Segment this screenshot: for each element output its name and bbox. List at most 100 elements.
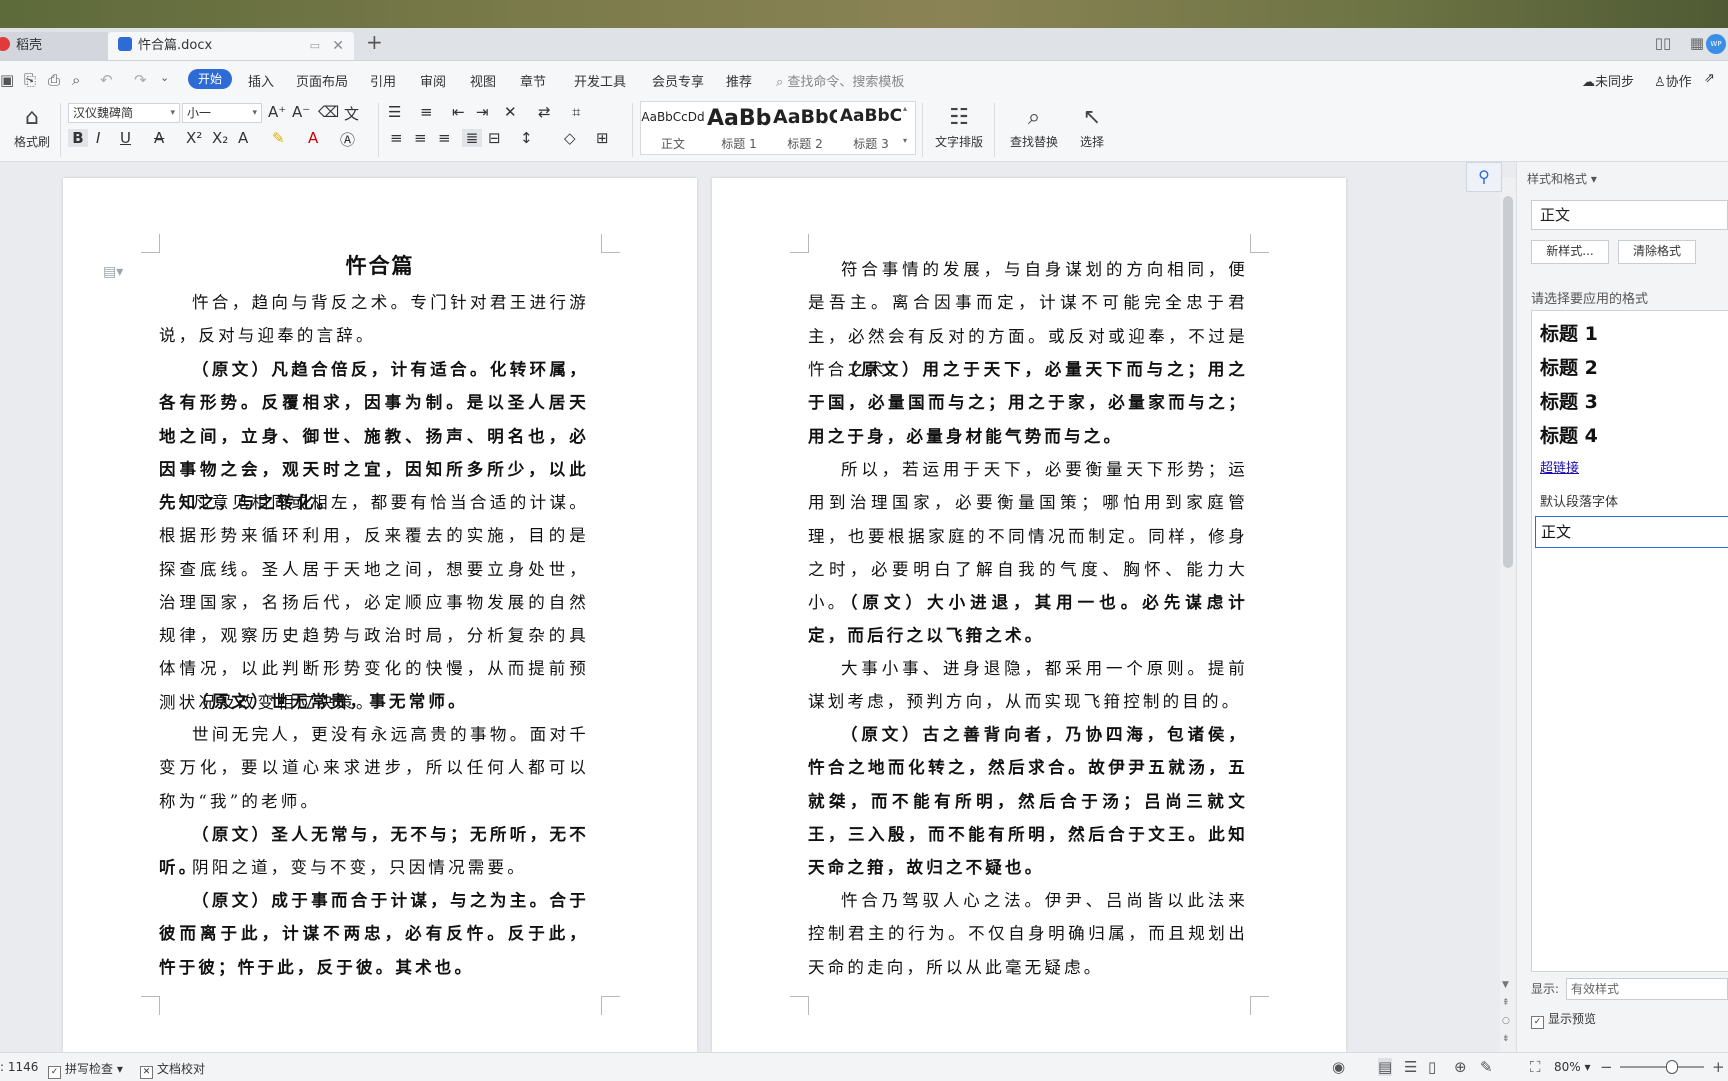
tab-document[interactable]: 忤合篇.docx ▭ ✕ [108,32,354,60]
clear-format-button[interactable]: 清除格式 [1618,240,1696,264]
next-page-icon[interactable]: ⇟ [1502,1034,1510,1044]
decrease-indent-icon[interactable]: ⇤ [452,103,465,121]
doc-proof-button[interactable]: ✕ 文档校对 [140,1060,205,1079]
show-filter-select[interactable]: 有效样式 [1566,978,1728,1000]
new-tab-button[interactable]: + [366,30,383,54]
chevron-down-icon[interactable]: ⌄ [160,71,169,84]
superscript-icon[interactable]: X² [186,129,202,147]
undo-icon[interactable]: ↶ [100,71,113,89]
select-button[interactable]: ↖ 选择 [1072,103,1112,150]
shrink-font-icon[interactable]: A⁻ [292,103,310,121]
borders-icon[interactable]: ⊞ [596,129,609,147]
show-preview-checkbox[interactable]: ✓ 显示预览 [1531,1010,1596,1029]
zoom-out-icon[interactable]: − [1600,1058,1613,1076]
apps-grid-icon[interactable]: ▦ [1686,34,1708,54]
style-heading-2[interactable]: AaBbC 标题 2 [773,102,837,154]
chinese-layout-icon[interactable]: ✕ [504,103,517,121]
tab-docer[interactable]: 稻壳 [0,32,108,60]
style-scroll-up-icon[interactable]: ▴ [903,104,907,113]
font-name-select[interactable]: 汉仪魏碑简 ▾ [68,103,180,123]
distributed-icon[interactable]: ⊟ [488,129,501,147]
page-view-icon[interactable]: ▤ [1378,1058,1393,1076]
export-pdf-icon[interactable]: ⎘ [24,71,36,89]
close-icon[interactable]: ✕ [332,32,344,60]
print-preview-icon[interactable]: ⌕ [72,71,80,89]
subscript-icon[interactable]: X₂ [212,129,228,147]
current-style-field[interactable]: 正文 [1531,200,1728,230]
font-color-icon[interactable]: A [308,129,318,147]
reading-view-icon[interactable]: ▯ [1428,1058,1436,1076]
phonetic-icon[interactable]: 文 [344,103,359,124]
style-item-heading-4[interactable]: 标题 4 [1540,421,1598,448]
char-border-icon[interactable]: Ⓐ [340,129,355,150]
style-heading-3[interactable]: AaBbC 标题 3 [839,102,903,154]
print-icon[interactable]: ⎙ [48,71,60,89]
strikethrough-icon[interactable]: A [154,129,164,147]
shading-icon[interactable]: ◇ [564,129,576,147]
zoom-level[interactable]: 80% ▾ [1554,1060,1591,1074]
align-left-icon[interactable]: ≡ [390,129,403,147]
zoom-slider[interactable] [1620,1066,1704,1068]
document-page-1[interactable]: ▤▾ 忤合篇 忤合，趋向与背反之术。专门针对君王进行游说，反对与迎奉的言辞。 （… [63,178,697,1052]
scrollbar-thumb[interactable] [1503,196,1513,568]
browse-object-icon[interactable]: ○ [1502,1016,1510,1026]
layout-icon[interactable]: ▯▯ [1652,34,1674,54]
sync-status[interactable]: ☁未同步 [1582,71,1634,90]
text-effect-icon[interactable]: A [238,129,248,147]
spell-check-button[interactable]: ✓ 拼写检查 ▾ [48,1060,123,1079]
document-page-2[interactable]: 符合事情的发展，与自身谋划的方向相同，便是吾主。离合因事而定，计谋不可能完全忠于… [712,178,1346,1052]
collab-button[interactable]: ♙协作 [1654,71,1692,90]
style-item-normal[interactable]: 正文 [1535,516,1728,548]
menu-member[interactable]: 会员专享 [652,71,704,90]
highlight-icon[interactable]: ✎ [272,129,285,147]
bullet-list-icon[interactable]: ☰ [388,103,401,121]
outline-view-icon[interactable]: ☰ [1404,1058,1417,1076]
fit-window-icon[interactable]: ⛶ [1530,1058,1541,1076]
new-style-button[interactable]: 新样式... [1531,240,1609,264]
location-pin-icon[interactable]: ⚲ [1466,162,1502,192]
menu-review[interactable]: 审阅 [420,71,446,90]
menu-page-layout[interactable]: 页面布局 [296,71,348,90]
style-heading-1[interactable]: AaBb 标题 1 [707,102,771,154]
clear-format-icon[interactable]: ⌫ [318,103,339,121]
text-layout-button[interactable]: ☷ 文字排版 [930,103,988,150]
underline-icon[interactable]: U [120,129,131,147]
format-painter-button[interactable]: ⌂ 格式刷 [10,103,54,150]
web-view-icon[interactable]: ⊕ [1454,1058,1467,1076]
style-item-heading-2[interactable]: 标题 2 [1540,353,1598,380]
menu-start[interactable]: 开始 [188,69,232,89]
tab-stops-icon[interactable]: ⌗ [572,103,580,121]
align-right-icon[interactable]: ≡ [438,129,451,147]
increase-indent-icon[interactable]: ⇥ [476,103,489,121]
save-icon[interactable]: ▣ [0,71,14,89]
justify-icon[interactable]: ≣ [462,129,482,147]
style-item-default-font[interactable]: 默认段落字体 [1540,491,1618,510]
text-direction-icon[interactable]: ⇄ [538,103,551,121]
style-scroll-down-icon[interactable]: ▾ [903,136,907,145]
style-item-heading-1[interactable]: 标题 1 [1540,319,1598,346]
write-mode-icon[interactable]: ✎ [1480,1058,1493,1076]
zoom-slider-handle[interactable] [1666,1060,1678,1074]
menu-recommend[interactable]: 推荐 [726,71,752,90]
align-center-icon[interactable]: ≡ [414,129,427,147]
find-replace-button[interactable]: ⌕ 查找替换 [1004,103,1064,150]
zoom-in-icon[interactable]: + [1712,1058,1725,1076]
grow-font-icon[interactable]: A⁺ [268,103,286,121]
styles-pane-title[interactable]: 样式和格式 ▾ [1527,170,1597,187]
font-size-select[interactable]: 小一 ▾ [182,103,262,123]
menu-developer[interactable]: 开发工具 [574,71,626,90]
numbered-list-icon[interactable]: ≡ [420,103,433,121]
style-item-heading-3[interactable]: 标题 3 [1540,387,1598,414]
style-normal[interactable]: AaBbCcDd 正文 [641,102,705,154]
style-item-hyperlink[interactable]: 超链接 [1540,457,1579,476]
eye-protection-icon[interactable]: ◉ [1332,1058,1345,1076]
prev-page-icon[interactable]: ⇞ [1502,998,1510,1008]
italic-icon[interactable]: I [96,129,100,147]
menu-insert[interactable]: 插入 [248,71,274,90]
command-search[interactable]: ⌕ 查找命令、搜索模板 [776,71,904,90]
avatar[interactable]: WP [1706,34,1726,54]
menu-references[interactable]: 引用 [370,71,396,90]
menu-chapter[interactable]: 章节 [520,71,546,90]
share-icon[interactable]: ⇗ [1704,71,1715,86]
line-spacing-icon[interactable]: ↕ [520,129,533,147]
